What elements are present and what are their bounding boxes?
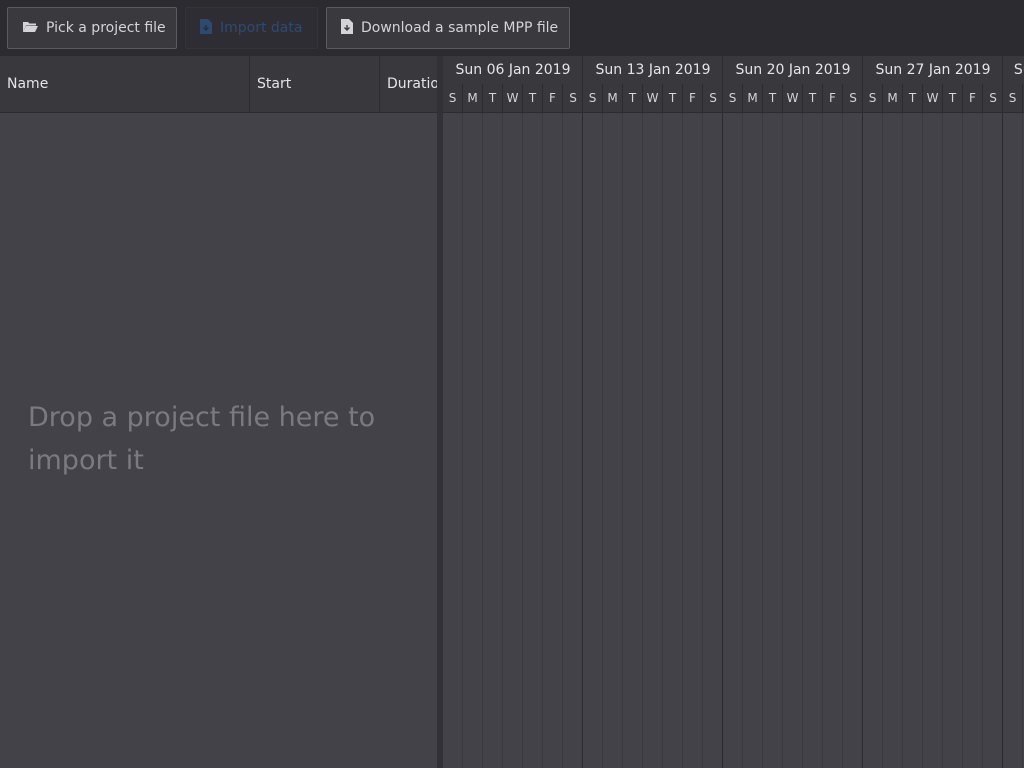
timeline-day: M [743,84,763,112]
timeline-day: T [663,84,683,112]
timeline-day: F [543,84,563,112]
timeline-week-label: Sun 03 Feb 2019 [1013,62,1024,78]
timeline-day: S [849,91,857,105]
timeline-week-label: Sun 27 Jan 2019 [875,62,991,78]
import-data-label: Import data [220,20,303,36]
download-sample-button[interactable]: Download a sample MPP file [326,7,570,49]
timeline-days: SMTWTFS [863,84,1003,112]
timeline-grid-line [502,113,503,768]
column-header-name[interactable]: Name [0,56,250,112]
timeline-grid-line [962,113,963,768]
timeline-grid-line [622,113,623,768]
timeline-grid-line [1022,113,1023,768]
toolbar: Pick a project file Import data Download… [0,0,1024,56]
timeline-grid-line [522,113,523,768]
timeline-day: T [523,84,543,112]
timeline-days: SMTWTFS [443,84,583,112]
timeline-day: T [483,84,503,112]
timeline-week: Sun 06 Jan 2019 S M T W T F S [443,56,583,112]
timeline-grid-line [1002,113,1003,768]
timeline-week-label: Sun 20 Jan 2019 [735,62,851,78]
timeline-day: W [643,84,663,112]
timeline-day: W [783,84,803,112]
timeline-days: SMTWTFS [583,84,723,112]
timeline-day: W [923,84,943,112]
timeline-grid-line [642,113,643,768]
timeline-day: S [709,91,717,105]
folder-open-icon [22,20,38,37]
schedule-panel: Sun 06 Jan 2019 S M T W T F S Sun 13 Jan 2019 S M T… [443,56,1024,768]
timeline-day: W [503,84,523,112]
timeline-day: T [943,84,963,112]
timeline-grid-line [602,113,603,768]
timeline-week: Sun 20 Jan 2019 S M T W T F S [723,56,863,112]
timeline-grid-line [862,113,863,768]
timeline-grid-line [782,113,783,768]
grid-header: Name Start Duration [0,56,437,113]
timeline-day: T [903,84,923,112]
timeline-day: T [803,84,823,112]
timeline-week-label: Sun 06 Jan 2019 [455,62,571,78]
timeline-day: S [863,84,883,112]
timeline-grid-line [942,113,943,768]
timeline-grid-line [982,113,983,768]
timeline-days: SMTWTFS [723,84,863,112]
timeline-day: S [583,84,603,112]
timeline-grid-line [842,113,843,768]
timeline-grid-line [922,113,923,768]
timeline-grid-line [482,113,483,768]
timeline-grid-line [802,113,803,768]
column-header-start[interactable]: Start [250,56,380,112]
timeline-day: T [623,84,643,112]
timeline-day: S [1003,84,1023,112]
timeline-day: F [823,84,843,112]
import-data-button[interactable]: Import data [185,7,318,49]
task-grid: Name Start Duration Drop a project file … [0,56,437,768]
timeline-grid-line [682,113,683,768]
download-sample-label: Download a sample MPP file [361,20,559,36]
timeline-day: S [569,91,577,105]
timeline-day: F [683,84,703,112]
timeline-days: SMTWTFS [1003,84,1024,112]
timeline-day: S [443,84,463,112]
timeline-grid-line [702,113,703,768]
timeline-day: S [723,84,743,112]
timeline-day: T [763,84,783,112]
timeline-body[interactable] [443,113,1024,768]
timeline-day: M [883,84,903,112]
file-import-icon [200,18,212,38]
timeline-grid-line [582,113,583,768]
timeline-week: Sun 27 Jan 2019 S M T W T F S [863,56,1003,112]
timeline-day: M [463,84,483,112]
file-download-icon [341,18,353,38]
timeline-day: S [989,91,997,105]
timeline-grid-line [822,113,823,768]
pick-project-file-label: Pick a project file [46,20,166,36]
timeline-day: F [963,84,983,112]
timeline-grid-line [742,113,743,768]
timeline-week: Sun 03 Feb 2019 SMTWTFS [1003,56,1024,112]
timeline-grid-line [882,113,883,768]
timeline-week: Sun 13 Jan 2019 S M T W T F S [583,56,723,112]
timeline-grid-line [662,113,663,768]
pick-project-file-button[interactable]: Pick a project file [7,7,177,49]
timeline-grid-line [762,113,763,768]
timeline-grid-line [462,113,463,768]
timeline-grid-line [562,113,563,768]
timeline-day: M [603,84,623,112]
timeline-grid-line [902,113,903,768]
drop-zone-hint[interactable]: Drop a project file here to import it [28,396,408,482]
timeline-grid-line [542,113,543,768]
timeline-header: Sun 06 Jan 2019 S M T W T F S Sun 13 Jan 2019 S M T… [443,56,1024,113]
timeline-week-label: Sun 13 Jan 2019 [595,62,711,78]
timeline-grid-line [722,113,723,768]
column-header-duration[interactable]: Duration [380,56,437,112]
